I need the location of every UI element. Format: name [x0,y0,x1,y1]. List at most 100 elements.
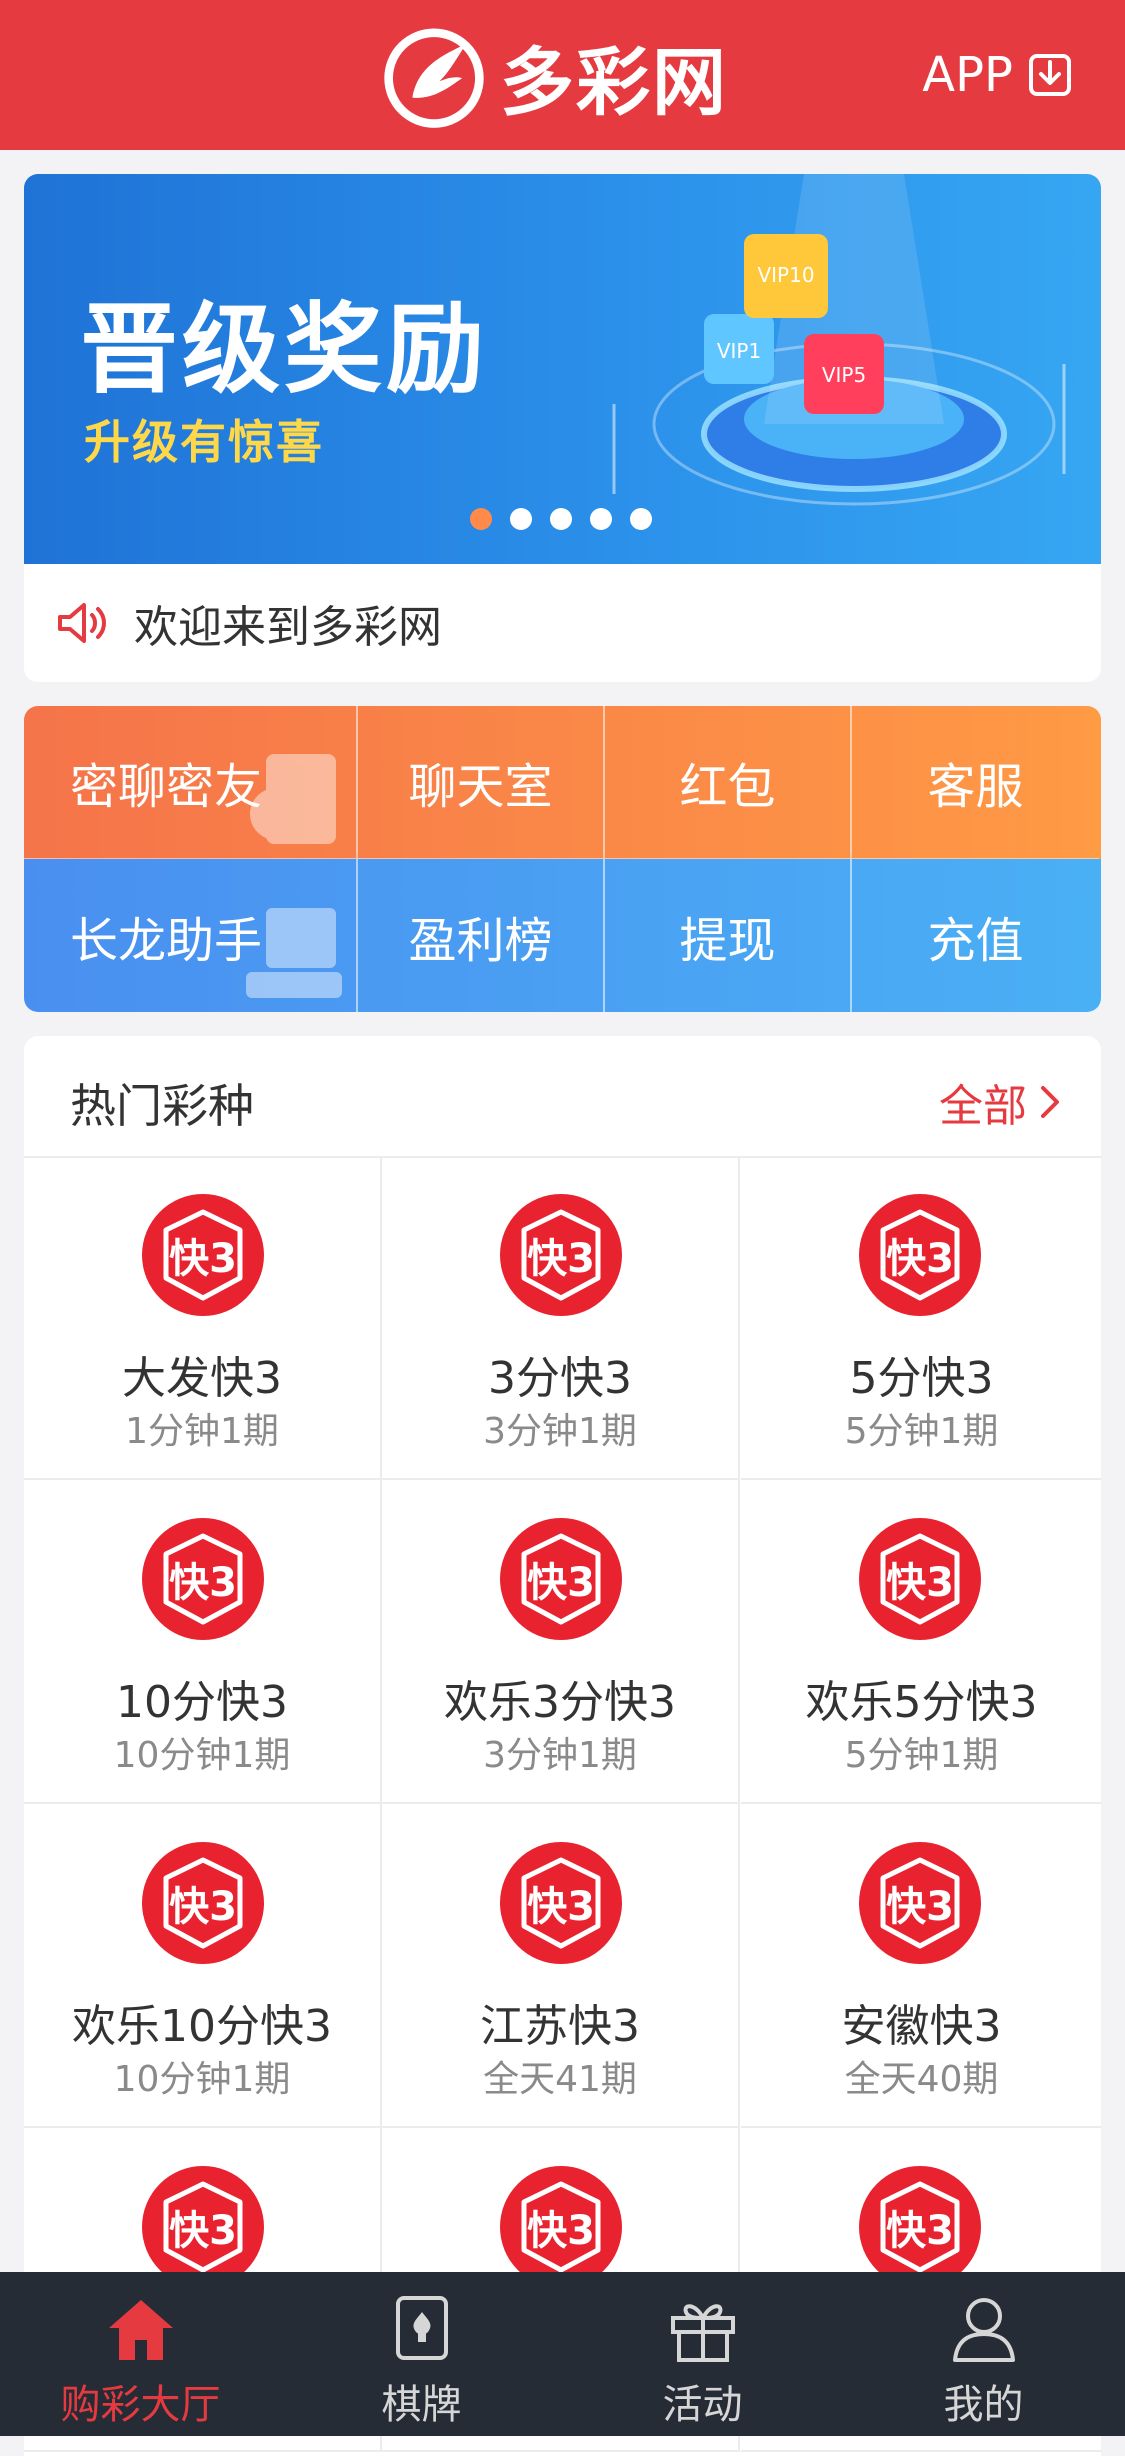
icon-label: 快3 [527,1560,595,1606]
carousel-dot[interactable] [630,508,652,530]
promo-banner[interactable]: 晋级奖励 升级有惊喜 VIP1 VIP5 VIP10 [24,174,1101,564]
lottery-item[interactable]: 快3 欢乐10分快3 10分钟1期 [24,1804,382,2128]
lottery-frequency: 1分钟1期 [125,1411,279,1452]
kuai3-lottery-icon: 快3 [859,1518,981,1640]
quick-label: 红包 [679,759,776,815]
vip5-badge: VIP5 [822,363,866,387]
quick-label: 提现 [679,912,776,969]
kuai3-lottery-icon: 快3 [142,1194,264,1316]
kuai3-lottery-icon: 快3 [500,1842,622,1964]
quick-customer-service[interactable]: 客服 [852,706,1099,859]
kuai3-lottery-icon: 快3 [500,1518,622,1640]
carousel-dot[interactable] [510,508,532,530]
home-icon [108,2300,173,2360]
tab-label: 棋牌 [381,2382,462,2428]
hot-lotteries-section: 热门彩种 全部 快3 大发快3 1分钟1期 快3 3分快3 3分钟1期 快3 5分快3 5分钟1… [24,1036,1101,2456]
lottery-frequency: 10分钟1期 [113,2059,291,2100]
lottery-item[interactable]: 快3 欢乐3分快3 3分钟1期 [382,1480,740,1804]
banner-card: 晋级奖励 升级有惊喜 VIP1 VIP5 VIP10 欢迎来到多彩网 [24,174,1101,682]
icon-label: 快3 [527,2208,595,2254]
quick-label: 充值 [927,912,1024,969]
kuai3-lottery-icon: 快3 [142,1518,264,1640]
notice-text: 欢迎来到多彩网 [134,602,442,653]
tab-label: 购彩大厅 [60,2382,221,2428]
lottery-frequency: 3分钟1期 [483,1411,637,1452]
phoenix-logo-icon [384,28,484,128]
quick-label: 密聊密友 [70,759,263,815]
quick-trend-helper[interactable]: 长龙助手 [24,859,358,1012]
icon-label: 快3 [886,1884,954,1930]
lottery-name: 3分快3 [488,1353,632,1404]
icon-label: 快3 [886,1236,954,1282]
tab-lottery-hall[interactable]: 购彩大厅 [0,2272,281,2436]
quick-chatroom[interactable]: 聊天室 [358,706,605,859]
lottery-name: 欢乐5分快3 [805,1677,1038,1728]
quick-label: 盈利榜 [408,912,553,969]
lottery-frequency: 全天40期 [844,2059,999,2100]
app-download-button[interactable]: APP [922,40,1073,110]
chevron-right-icon [1041,1086,1059,1118]
lottery-frequency: 5分钟1期 [844,1735,999,1776]
carousel-dot[interactable] [550,508,572,530]
tab-cards[interactable]: 棋牌 [281,2272,562,2436]
tab-activities[interactable]: 活动 [562,2272,843,2436]
lottery-name: 5分快3 [849,1353,994,1404]
app-label: APP [922,47,1013,103]
quick-red-packet[interactable]: 红包 [605,706,852,859]
quick-withdraw[interactable]: 提现 [605,859,852,1012]
vip-cubes-illustration: VIP1 VIP5 VIP10 [612,174,1066,506]
icon-label: 快3 [169,1560,237,1606]
lottery-item[interactable]: 快3 大发快3 1分钟1期 [24,1156,382,1480]
carousel-dot[interactable] [470,508,492,530]
view-all-link[interactable]: 全部 [939,1070,1061,1134]
notice-bar[interactable]: 欢迎来到多彩网 [24,564,1101,682]
tab-label: 活动 [662,2382,743,2428]
icon-label: 快3 [886,1560,954,1606]
lottery-item[interactable]: 快3 5分快3 5分钟1期 [741,1156,1101,1480]
vip1-badge: VIP1 [717,339,761,363]
laptop-deco-icon [246,908,342,998]
hot-lotteries-header: 热门彩种 全部 [24,1036,1101,1158]
kuai3-lottery-icon: 快3 [859,1842,981,1964]
kuai3-lottery-icon: 快3 [500,1194,622,1316]
gift-icon [670,2304,735,2362]
icon-label: 快3 [886,2208,954,2254]
lottery-name: 欢乐3分快3 [444,1677,676,1728]
quick-label: 客服 [927,759,1024,815]
lottery-item[interactable]: 快3 江苏快3 全天41期 [382,1804,740,2128]
lottery-name: 10分快3 [116,1677,288,1728]
carousel-dots [470,508,652,530]
lottery-frequency: 全天41期 [483,2059,637,2100]
quick-label: 聊天室 [408,759,553,815]
tab-mine[interactable]: 我的 [843,2272,1124,2436]
brand-name: 多彩网 [500,39,728,126]
quick-row-top: 密聊密友 聊天室 红包 客服 [24,706,1101,859]
icon-label: 快3 [169,1236,237,1282]
vip10-badge: VIP10 [757,263,814,287]
quick-profit-ranking[interactable]: 盈利榜 [358,859,605,1012]
tab-label: 我的 [943,2382,1024,2428]
bottom-tab-bar: 购彩大厅 棋牌 活动 我的 [0,2272,1125,2436]
speaker-icon [58,603,106,643]
lottery-item[interactable]: 快3 10分快3 10分钟1期 [24,1480,382,1804]
lottery-frequency: 3分钟1期 [483,1735,637,1776]
quick-private-chat[interactable]: 密聊密友 [24,706,358,859]
kuai3-lottery-icon: 快3 [142,1842,264,1964]
section-title: 热门彩种 [70,1079,254,1133]
cards-icon [395,2296,448,2360]
icon-label: 快3 [169,1884,237,1930]
banner-title: 晋级奖励 [80,293,489,407]
user-icon [952,2298,1015,2362]
view-all-label: 全部 [939,1081,1027,1132]
lottery-item[interactable]: 快3 3分快3 3分钟1期 [382,1156,740,1480]
brand-logo[interactable]: 多彩网 [380,22,728,130]
lottery-item[interactable]: 快3 欢乐5分快3 5分钟1期 [741,1480,1101,1804]
carousel-dot[interactable] [590,508,612,530]
quick-recharge[interactable]: 充值 [852,859,1099,1012]
lottery-item[interactable]: 快3 安徽快3 全天40期 [741,1804,1101,2128]
chat-deco-icon [250,754,336,844]
icon-label: 快3 [527,1884,595,1930]
icon-label: 快3 [169,2208,237,2254]
download-icon [1029,54,1071,96]
quick-entry-grid: 密聊密友 聊天室 红包 客服 长龙助手 盈利榜 提现 充值 [24,706,1101,1012]
